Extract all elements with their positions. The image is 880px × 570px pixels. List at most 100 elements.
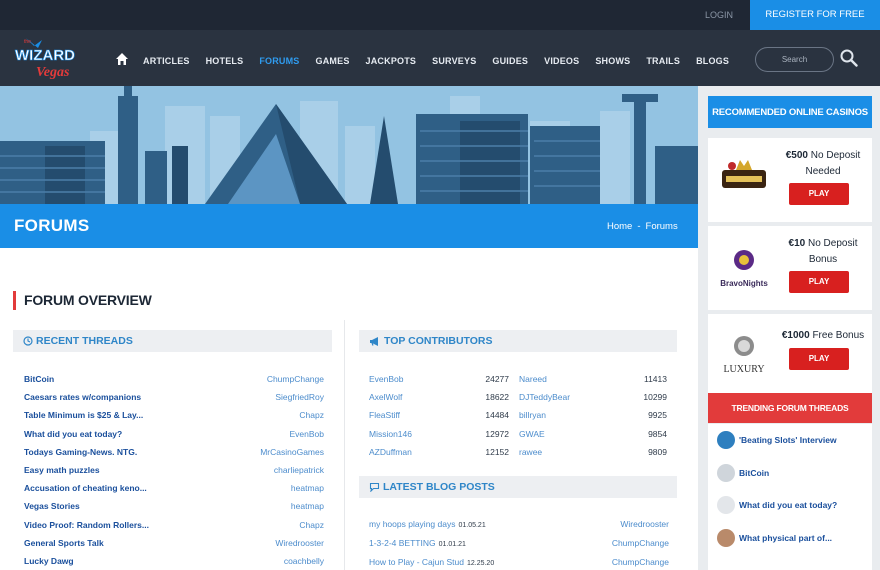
contributor-name[interactable]: Nareed — [519, 370, 619, 388]
breadcrumb-home[interactable]: Home — [607, 221, 632, 232]
register-button[interactable]: REGISTER FOR FREE — [750, 0, 880, 30]
casino-card: BravoNights €10 No Deposit Bonus PLAY — [708, 226, 872, 310]
contributor-name[interactable]: FleaStiff — [369, 406, 451, 424]
vegas-skyline-banner — [0, 86, 698, 204]
contributor-post-count: 9854 — [648, 428, 667, 439]
home-icon[interactable] — [115, 52, 129, 66]
contributor-post-count: 18622 — [485, 392, 509, 403]
blog-post-title[interactable]: my hoops playing days — [369, 519, 455, 529]
thread-author[interactable]: Chapz — [299, 516, 324, 534]
casino-card: LUXURY €1000 Free Bonus PLAY — [708, 314, 872, 398]
thread-author[interactable]: heatmap — [291, 497, 324, 515]
breadcrumb-separator: - — [637, 221, 641, 232]
blog-post-date: 12.25.20 — [466, 560, 495, 567]
recent-threads-heading: RECENT THREADS — [13, 330, 332, 352]
wizard-of-vegas-logo[interactable]: the WIZARD Vegas — [12, 34, 94, 84]
login-link[interactable]: LOGIN — [690, 0, 748, 30]
search-input[interactable] — [755, 47, 834, 72]
contributor-name[interactable]: billryan — [519, 406, 619, 424]
trending-thread-title[interactable]: 'Beating Slots' Interview — [739, 435, 837, 445]
thread-author[interactable]: coachbelly — [284, 552, 324, 570]
nav-item-videos[interactable]: VIDEOS — [544, 30, 579, 86]
thread-author[interactable]: ChumpChange — [267, 370, 324, 388]
blog-post-author[interactable]: Wiredrooster — [620, 515, 669, 534]
nav-item-hotels[interactable]: HOTELS — [206, 30, 244, 86]
play-button[interactable]: PLAY — [789, 348, 849, 370]
logo-wizard-text: WIZARD — [15, 47, 75, 64]
offer-description: No Deposit Needed — [805, 150, 861, 177]
offer-description: No Deposit Bonus — [808, 238, 858, 265]
contributor-row: AZDuffman 12152 rawee 9809 — [369, 443, 669, 461]
contributor-post-count: 9925 — [648, 410, 667, 421]
thread-title[interactable]: Table Minimum is $25 & Lay... — [24, 406, 143, 424]
trending-thread-title[interactable]: What did you eat today? — [739, 500, 837, 510]
trending-thread-item[interactable]: What did you eat today? — [708, 489, 872, 522]
contributor-row: Mission146 12972 GWAE 9854 — [369, 425, 669, 443]
thread-title[interactable]: Lucky Dawg — [24, 552, 74, 570]
trending-thread-item[interactable]: BitCoin — [708, 457, 872, 490]
thread-title[interactable]: What did you eat today? — [24, 425, 122, 443]
casino-offer: €500 No Deposit Needed — [778, 148, 868, 180]
thread-title[interactable]: Video Proof: Random Rollers... — [24, 516, 149, 534]
thread-author[interactable]: SiegfriedRoy — [275, 388, 324, 406]
thread-author[interactable]: charliepatrick — [274, 461, 324, 479]
thread-title[interactable]: General Sports Talk — [24, 534, 104, 552]
blog-post-author[interactable]: ChumpChange — [612, 534, 669, 553]
thread-title[interactable]: BitCoin — [24, 370, 54, 388]
contributor-name[interactable]: DJTeddyBear — [519, 388, 619, 406]
contributor-name[interactable]: GWAE — [519, 425, 619, 443]
thread-title[interactable]: Easy math puzzles — [24, 461, 100, 479]
trending-thread-item[interactable]: What physical part of... — [708, 522, 872, 555]
blog-post-title[interactable]: 1-3-2-4 BETTING — [369, 538, 436, 548]
thread-row: What did you eat today? EvenBob — [24, 425, 324, 443]
nav-item-jackpots[interactable]: JACKPOTS — [366, 30, 417, 86]
nav-item-games[interactable]: GAMES — [316, 30, 350, 86]
trending-thread-title[interactable]: BitCoin — [739, 468, 769, 478]
play-button[interactable]: PLAY — [789, 271, 849, 293]
casino-logo-bravonights[interactable]: BravoNights — [716, 240, 772, 292]
thread-row: Table Minimum is $25 & Lay... Chapz — [24, 406, 324, 424]
thread-author[interactable]: MrCasinoGames — [260, 443, 324, 461]
thread-title[interactable]: Caesars rates w/companions — [24, 388, 141, 406]
casino-logo-crown-icon[interactable] — [716, 152, 772, 204]
thread-author[interactable]: Chapz — [299, 406, 324, 424]
contributor-name[interactable]: Mission146 — [369, 425, 451, 443]
thread-row: Video Proof: Random Rollers... Chapz — [24, 516, 324, 534]
search-icon[interactable] — [840, 49, 858, 67]
breadcrumb-forums[interactable]: Forums — [646, 221, 678, 232]
trending-thread-title[interactable]: What physical part of... — [739, 533, 832, 543]
thread-author[interactable]: Wiredrooster — [275, 534, 324, 552]
contributor-post-count: 11413 — [643, 374, 667, 384]
thread-title[interactable]: Accusation of cheating keno... — [24, 479, 147, 497]
contributor-name[interactable]: EvenBob — [369, 370, 451, 388]
thread-author[interactable]: heatmap — [291, 479, 324, 497]
offer-amount: €500 — [785, 150, 808, 161]
contributor-post-count: 24277 — [485, 374, 509, 384]
nav-item-surveys[interactable]: SURVEYS — [432, 30, 476, 86]
blog-post-author[interactable]: ChumpChange — [612, 553, 669, 570]
thread-row: Accusation of cheating keno... heatmap — [24, 479, 324, 497]
contributor-gap — [509, 443, 519, 461]
contributor-name[interactable]: AZDuffman — [369, 443, 451, 461]
casino-logo-luxury[interactable]: LUXURY — [716, 328, 772, 380]
play-button[interactable]: PLAY — [789, 183, 849, 205]
contributor-name[interactable]: rawee — [519, 443, 619, 461]
thread-title[interactable]: Vegas Stories — [24, 497, 80, 515]
blog-post-title[interactable]: How to Play - Cajun Stud — [369, 557, 464, 567]
nav-item-articles[interactable]: ARTICLES — [143, 30, 190, 86]
trending-thread-item[interactable]: 'Beating Slots' Interview — [708, 424, 872, 457]
breadcrumb: Home - Forums — [607, 221, 678, 232]
nav-item-shows[interactable]: SHOWS — [595, 30, 630, 86]
thread-title[interactable]: Todays Gaming-News. NTG. — [24, 443, 137, 461]
nav-item-trails[interactable]: TRAILS — [646, 30, 680, 86]
nav-item-forums[interactable]: FORUMS — [259, 30, 299, 86]
contributor-gap — [509, 425, 519, 443]
blog-post-row: 1-3-2-4 BETTING 01.01.21 ChumpChange — [369, 534, 669, 553]
nav-item-guides[interactable]: GUIDES — [492, 30, 528, 86]
thread-author[interactable]: EvenBob — [290, 425, 325, 443]
main-nav-bar: the WIZARD Vegas ARTICLES HOTELS FORUMS GAM… — [0, 30, 880, 86]
nav-item-blogs[interactable]: BLOGS — [696, 30, 729, 86]
thread-row: General Sports Talk Wiredrooster — [24, 534, 324, 552]
contributor-name[interactable]: AxelWolf — [369, 388, 451, 406]
avatar — [717, 496, 735, 515]
